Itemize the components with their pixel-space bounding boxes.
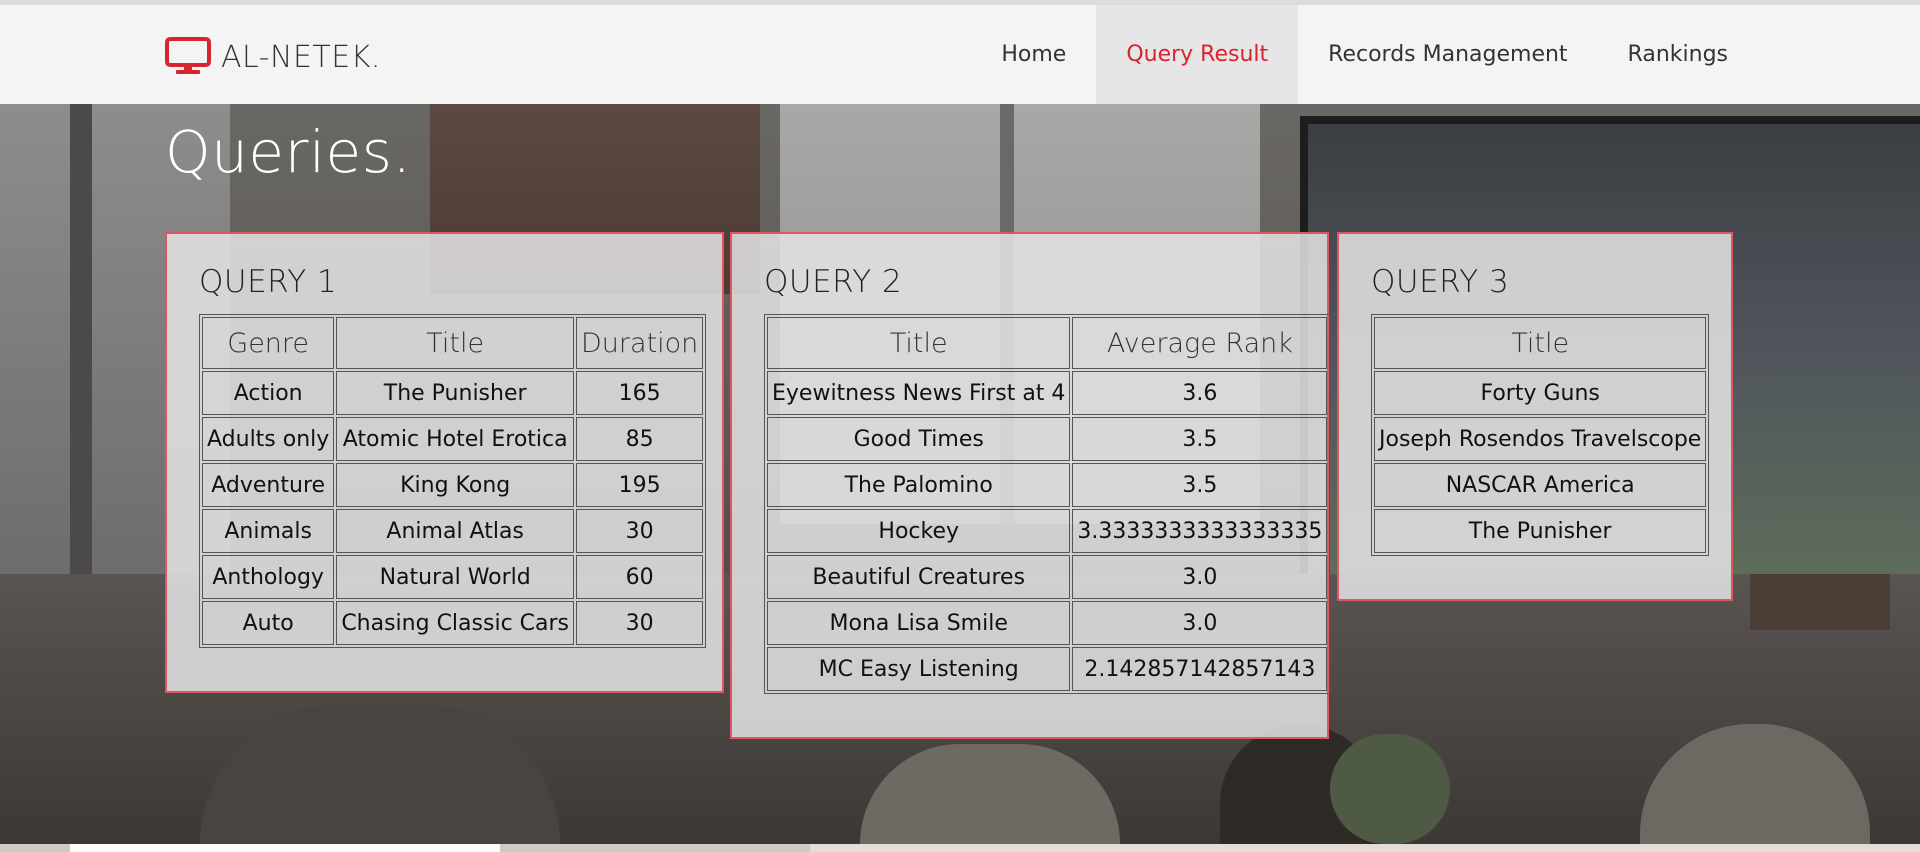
- brand-logo[interactable]: AL-NETEK.: [165, 35, 381, 79]
- monitor-icon: [165, 37, 211, 77]
- table-row: The Punisher: [1374, 509, 1707, 553]
- table-cell: 3.0: [1072, 555, 1328, 599]
- table-header-row: Title Average Rank: [767, 317, 1328, 369]
- table-cell: Action: [202, 371, 335, 415]
- table-row: Action The Punisher 165: [202, 371, 704, 415]
- table-cell: Hockey: [767, 509, 1071, 553]
- query-2-table: Title Average Rank Eyewitness News First…: [764, 314, 1331, 694]
- table-cell: 195: [576, 463, 704, 507]
- table-row: MC Easy Listening 2.142857142857143: [767, 647, 1328, 691]
- table-cell: 3.6: [1072, 371, 1328, 415]
- query-3-title: QUERY 3: [1371, 264, 1510, 300]
- table-cell: MC Easy Listening: [767, 647, 1071, 691]
- books: [1750, 574, 1890, 630]
- query-2-title: QUERY 2: [764, 264, 903, 300]
- nav-home[interactable]: Home: [971, 5, 1096, 104]
- query-1-title: QUERY 1: [199, 264, 338, 300]
- query-3-table: Title Forty Guns Joseph Rosendos Travels…: [1371, 314, 1710, 556]
- table-cell: King Kong: [336, 463, 575, 507]
- table-cell: The Punisher: [1374, 509, 1707, 553]
- table-cell: Anthology: [202, 555, 335, 599]
- query-3-card: QUERY 3 Title Forty Guns Joseph Rosendos…: [1337, 232, 1733, 601]
- table-cell: 60: [576, 555, 704, 599]
- table-cell: 3.3333333333333335: [1072, 509, 1328, 553]
- column-header-genre: Genre: [202, 317, 335, 369]
- table-cell: 30: [576, 601, 704, 645]
- table-row: Good Times 3.5: [767, 417, 1328, 461]
- table-row: Mona Lisa Smile 3.0: [767, 601, 1328, 645]
- column-header-title: Title: [336, 317, 575, 369]
- table-header-row: Genre Title Duration: [202, 317, 704, 369]
- table-row: Adults only Atomic Hotel Erotica 85: [202, 417, 704, 461]
- nav-query-result[interactable]: Query Result: [1096, 5, 1299, 104]
- nav-records-management[interactable]: Records Management: [1298, 5, 1597, 104]
- query-1-card: QUERY 1 Genre Title Duration Action The …: [165, 232, 724, 693]
- table-row: Eyewitness News First at 4 3.6: [767, 371, 1328, 415]
- table-row: The Palomino 3.5: [767, 463, 1328, 507]
- brand-name: AL-NETEK.: [221, 39, 381, 75]
- navbar: AL-NETEK. Home Query Result Records Mana…: [0, 5, 1920, 105]
- table-row: Beautiful Creatures 3.0: [767, 555, 1328, 599]
- table-cell: Animals: [202, 509, 335, 553]
- table-cell: Joseph Rosendos Travelscope: [1374, 417, 1707, 461]
- nav-rankings[interactable]: Rankings: [1598, 5, 1920, 104]
- window-frame: [70, 104, 92, 584]
- table-row: Hockey 3.3333333333333335: [767, 509, 1328, 553]
- table-cell: 3.0: [1072, 601, 1328, 645]
- table-cell: Adventure: [202, 463, 335, 507]
- column-header-title: Title: [767, 317, 1071, 369]
- table-cell: Animal Atlas: [336, 509, 575, 553]
- bottom-strip: [0, 844, 1920, 852]
- table-cell: Atomic Hotel Erotica: [336, 417, 575, 461]
- table-cell: NASCAR America: [1374, 463, 1707, 507]
- table-cell: 85: [576, 417, 704, 461]
- page-title: Queries.: [165, 118, 412, 186]
- table-cell: Eyewitness News First at 4: [767, 371, 1071, 415]
- table-header-row: Title: [1374, 317, 1707, 369]
- table-row: Anthology Natural World 60: [202, 555, 704, 599]
- table-cell: 3.5: [1072, 417, 1328, 461]
- table-cell: Good Times: [767, 417, 1071, 461]
- table-cell: Forty Guns: [1374, 371, 1707, 415]
- table-cell: 165: [576, 371, 704, 415]
- table-cell: 30: [576, 509, 704, 553]
- table-row: NASCAR America: [1374, 463, 1707, 507]
- table-row: Animals Animal Atlas 30: [202, 509, 704, 553]
- table-row: Adventure King Kong 195: [202, 463, 704, 507]
- table-cell: Beautiful Creatures: [767, 555, 1071, 599]
- strip-segment: [810, 844, 1920, 852]
- table-cell: Adults only: [202, 417, 335, 461]
- strip-segment: [70, 844, 500, 852]
- column-header-duration: Duration: [576, 317, 704, 369]
- main-nav: Home Query Result Records Management Ran…: [971, 5, 1920, 104]
- table-row: Joseph Rosendos Travelscope: [1374, 417, 1707, 461]
- table-cell: 3.5: [1072, 463, 1328, 507]
- table-cell: Auto: [202, 601, 335, 645]
- table-row: Auto Chasing Classic Cars 30: [202, 601, 704, 645]
- plant: [1330, 734, 1450, 844]
- table-cell: Mona Lisa Smile: [767, 601, 1071, 645]
- table-cell: The Punisher: [336, 371, 575, 415]
- query-1-table: Genre Title Duration Action The Punisher…: [199, 314, 707, 648]
- table-cell: The Palomino: [767, 463, 1071, 507]
- table-row: Forty Guns: [1374, 371, 1707, 415]
- table-cell: Chasing Classic Cars: [336, 601, 575, 645]
- table-cell: Natural World: [336, 555, 575, 599]
- table-cell: 2.142857142857143: [1072, 647, 1328, 691]
- query-2-card: QUERY 2 Title Average Rank Eyewitness Ne…: [730, 232, 1331, 739]
- column-header-title: Title: [1374, 317, 1707, 369]
- column-header-average-rank: Average Rank: [1072, 317, 1328, 369]
